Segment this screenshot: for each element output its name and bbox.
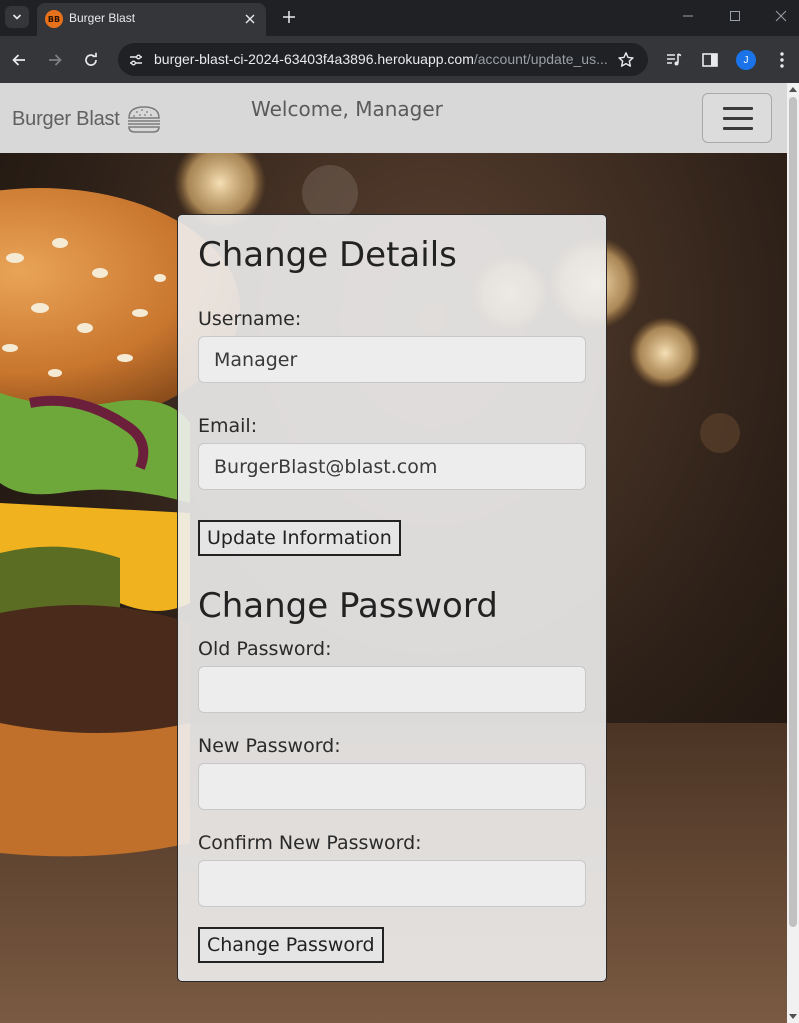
tune-icon <box>130 54 142 66</box>
media-control-button[interactable] <box>662 48 686 72</box>
new-password-input[interactable] <box>198 763 586 810</box>
hamburger-icon-line <box>723 107 753 110</box>
brand-name: Burger Blast <box>12 107 120 130</box>
change-password-button[interactable]: Change Password <box>198 927 384 963</box>
email-label: Email: <box>198 415 258 437</box>
welcome-message: Welcome, Manager <box>251 97 443 121</box>
arrow-left-icon <box>12 54 25 66</box>
new-password-label: New Password: <box>198 735 341 757</box>
update-information-button[interactable]: Update Information <box>198 520 401 556</box>
old-password-label: Old Password: <box>198 638 332 660</box>
plus-icon <box>283 11 295 23</box>
address-bar[interactable]: burger-blast-ci-2024-63403f4a3896.heroku… <box>118 43 648 76</box>
new-tab-button[interactable] <box>277 5 301 29</box>
profile-avatar[interactable]: J <box>736 50 756 70</box>
tab-close-button[interactable] <box>240 9 260 29</box>
browser-menu-button[interactable] <box>770 48 794 72</box>
site-navbar: Burger Blast Welcome, Manager <box>0 83 787 153</box>
confirm-password-label: Confirm New Password: <box>198 832 422 854</box>
back-button[interactable] <box>7 48 31 72</box>
account-form-card: Change Details Username: Manager Email: … <box>177 214 607 982</box>
star-icon <box>618 52 634 67</box>
brand-logo[interactable]: Burger Blast <box>12 104 162 134</box>
url-text[interactable]: burger-blast-ci-2024-63403f4a3896.heroku… <box>154 51 609 67</box>
old-password-input[interactable] <box>198 666 586 713</box>
forward-button[interactable] <box>43 48 67 72</box>
scroll-up-arrow-icon[interactable] <box>789 87 797 92</box>
maximize-button[interactable] <box>720 4 750 28</box>
email-input[interactable]: BurgerBlast@blast.com <box>198 443 586 490</box>
bookmark-button[interactable] <box>616 50 636 70</box>
url-host: burger-blast-ci-2024-63403f4a3896.heroku… <box>154 51 474 67</box>
page-viewport: Burger Blast Welcome, Manager Change Det… <box>0 83 787 1023</box>
username-input[interactable]: Manager <box>198 336 586 383</box>
window-close-button[interactable] <box>766 4 796 28</box>
browser-tab-bar: BB Burger Blast <box>0 0 799 36</box>
browser-tab[interactable]: BB Burger Blast <box>37 3 266 36</box>
reload-button[interactable] <box>79 48 103 72</box>
navbar-toggle-button[interactable] <box>702 93 772 143</box>
close-icon <box>775 10 787 22</box>
scroll-down-arrow-icon[interactable] <box>789 1014 797 1019</box>
confirm-password-input[interactable] <box>198 860 586 907</box>
arrow-right-icon <box>49 54 62 66</box>
queue-music-icon <box>667 53 682 66</box>
change-password-heading: Change Password <box>198 586 498 626</box>
page-scrollbar[interactable] <box>787 83 799 1023</box>
tab-search-button[interactable] <box>5 6 29 28</box>
favicon-icon: BB <box>45 10 63 28</box>
close-icon <box>245 14 255 24</box>
username-value: Manager <box>214 348 298 371</box>
site-info-button[interactable] <box>124 48 148 72</box>
browser-toolbar: burger-blast-ci-2024-63403f4a3896.heroku… <box>0 36 799 83</box>
side-panel-button[interactable] <box>698 48 722 72</box>
more-vertical-icon <box>780 52 784 68</box>
chevron-down-icon <box>12 14 22 20</box>
hamburger-icon-line <box>723 127 753 130</box>
hamburger-icon-line <box>723 117 753 120</box>
reload-icon <box>85 52 97 66</box>
change-details-heading: Change Details <box>198 235 457 275</box>
burger-icon <box>127 106 160 133</box>
url-path: /account/update_us... <box>473 51 608 67</box>
side-panel-icon <box>702 53 718 67</box>
minimize-button[interactable] <box>673 4 703 28</box>
scrollbar-thumb[interactable] <box>789 97 797 927</box>
email-value: BurgerBlast@blast.com <box>214 455 438 478</box>
maximize-icon <box>730 11 740 21</box>
tab-title: Burger Blast <box>69 11 136 25</box>
minimize-icon <box>683 15 693 17</box>
username-label: Username: <box>198 308 302 330</box>
